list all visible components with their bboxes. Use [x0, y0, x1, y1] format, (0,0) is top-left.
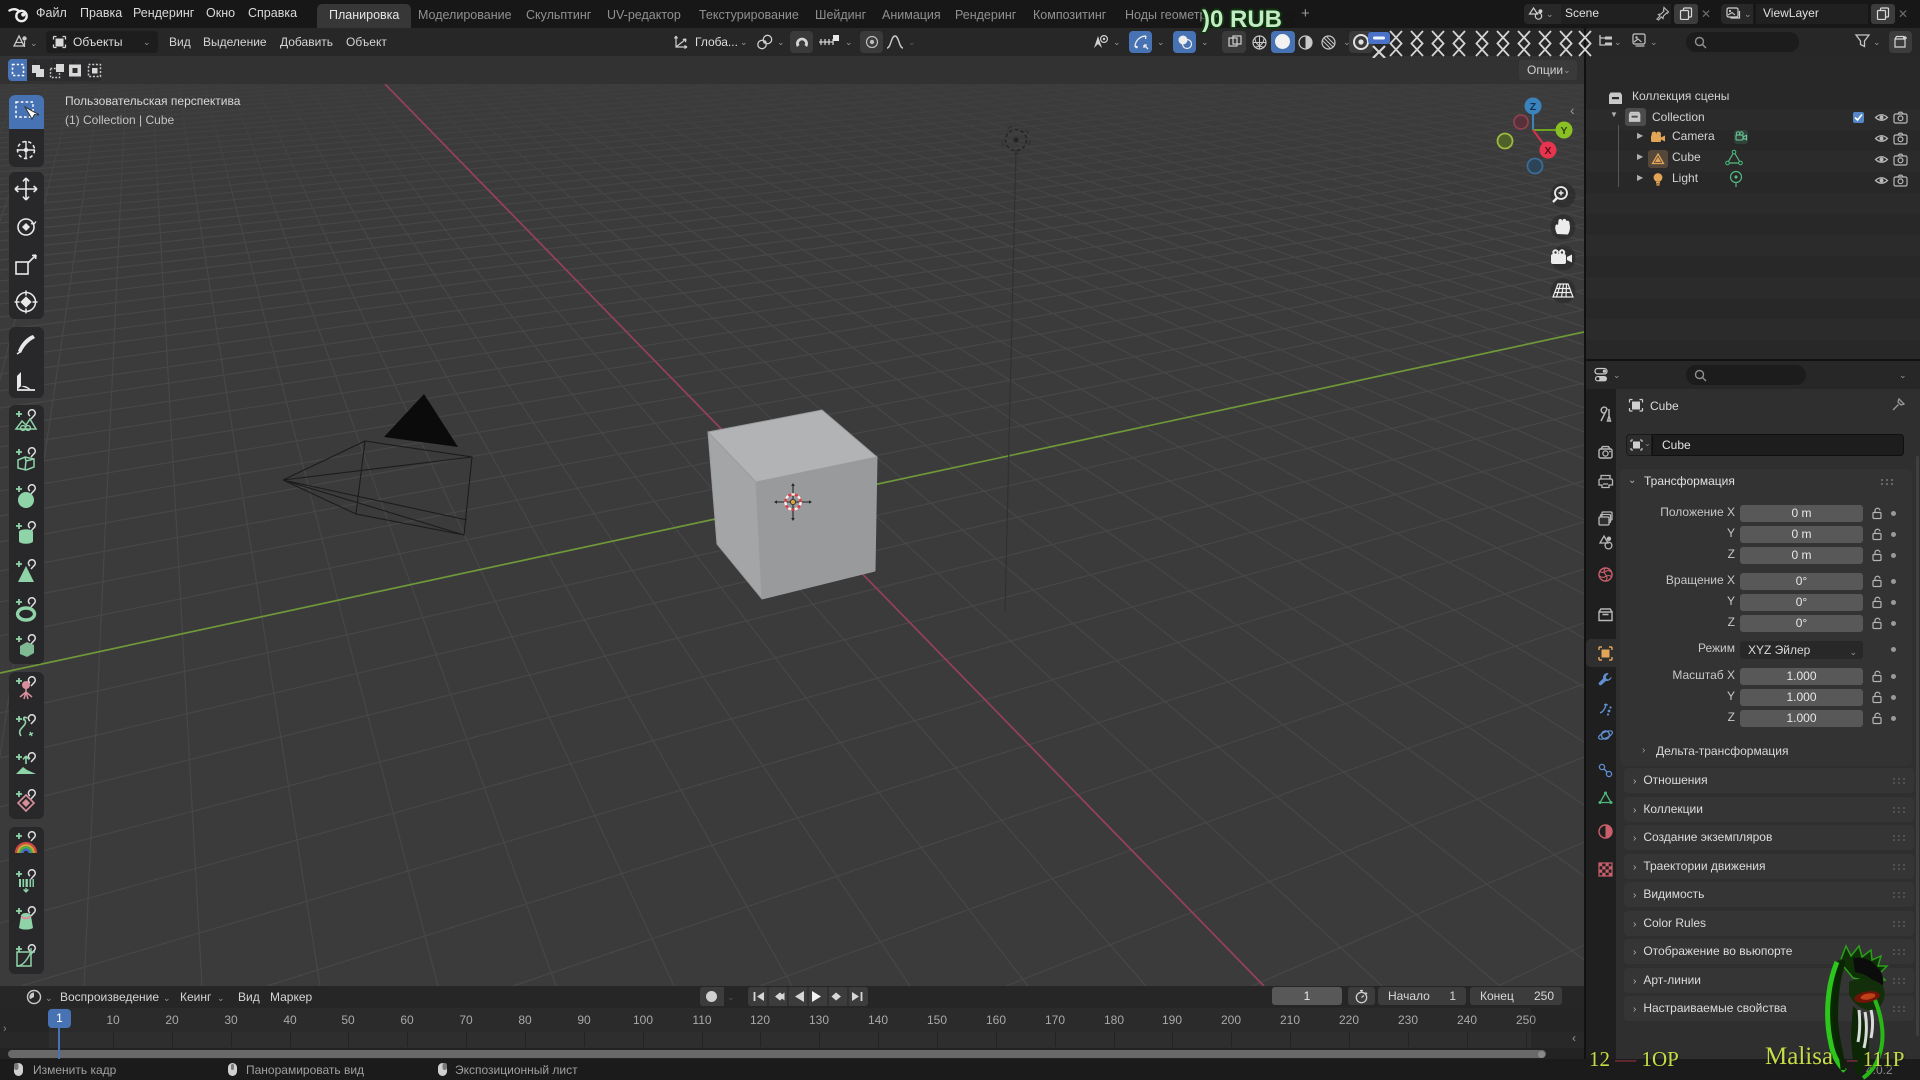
svg-text:X: X: [1544, 145, 1551, 157]
svg-text:Z: Z: [1530, 101, 1537, 113]
svg-text:Y: Y: [1560, 125, 1567, 137]
